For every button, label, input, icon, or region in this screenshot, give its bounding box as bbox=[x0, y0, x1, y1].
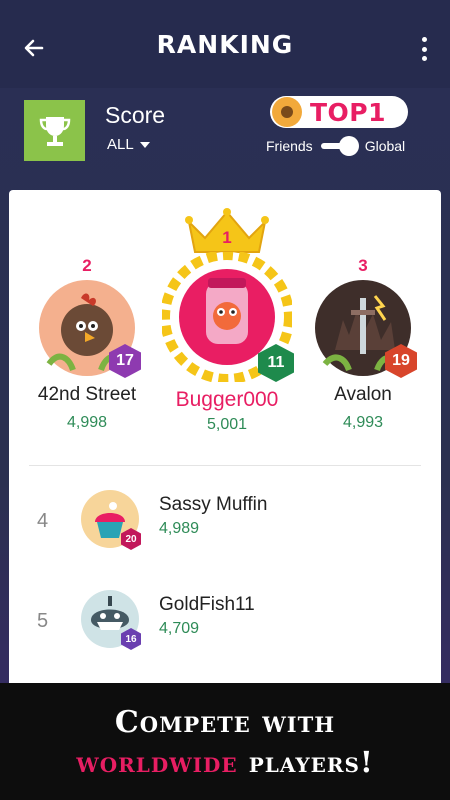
leaderboard-card: 2 17 42nd Street 4,998 1 11 Bugger000 5,… bbox=[9, 190, 441, 690]
promo-rest: players! bbox=[248, 745, 374, 779]
rank-number: 2 bbox=[82, 256, 92, 275]
more-vertical-icon bbox=[421, 37, 427, 42]
rooster-avatar-icon: 17 bbox=[39, 280, 141, 378]
rank-number: 3 bbox=[358, 256, 368, 275]
sword-avatar-icon: 19 bbox=[315, 280, 417, 378]
player-score: 4,998 bbox=[66, 414, 108, 431]
list-item[interactable]: 5 16 GoldFish11 4,709 bbox=[9, 582, 441, 662]
shark-avatar-icon: 16 bbox=[81, 590, 141, 650]
player-score: 4,709 bbox=[159, 620, 200, 637]
more-options-button[interactable] bbox=[412, 34, 436, 64]
player-name: Sassy Muffin bbox=[159, 494, 268, 515]
trophy-badge bbox=[24, 100, 85, 161]
score-label: Score bbox=[105, 102, 166, 128]
promo-banner: Compete with worldwide players! bbox=[0, 683, 450, 800]
trophy-icon bbox=[39, 116, 70, 146]
player-name: GoldFish11 bbox=[159, 594, 255, 615]
rank-number: 5 bbox=[37, 610, 49, 632]
player-name: Bugger000 bbox=[175, 388, 279, 411]
player-score: 5,001 bbox=[206, 416, 248, 433]
friends-label[interactable]: Friends bbox=[266, 138, 313, 154]
cupcake-avatar-icon: 20 bbox=[81, 490, 141, 550]
podium-rank-3[interactable]: 3 19 Avalon 4,993 bbox=[311, 256, 417, 432]
podium-rank-1[interactable]: 1 11 Bugger000 5,001 bbox=[159, 208, 295, 434]
top-rank-text: TOP1 bbox=[310, 97, 387, 127]
divider bbox=[29, 465, 421, 466]
promo-line-1: Compete with bbox=[114, 705, 336, 740]
global-label[interactable]: Global bbox=[365, 138, 405, 154]
player-score: 4,989 bbox=[159, 520, 200, 537]
promo-line-2: worldwide players! bbox=[0, 745, 450, 779]
rank-number: 4 bbox=[37, 510, 49, 532]
promo-highlight: worldwide bbox=[76, 745, 238, 779]
page-title: RANKING bbox=[156, 30, 294, 59]
bug-jar-avatar-icon: 11 bbox=[160, 250, 294, 384]
switch-knob[interactable] bbox=[338, 136, 359, 156]
top-rank-badge: TOP1 bbox=[270, 96, 408, 128]
rank-number: 1 bbox=[222, 228, 232, 247]
player-name: Avalon bbox=[334, 384, 392, 405]
list-item[interactable]: 4 20 Sassy Muffin 4,989 bbox=[9, 482, 441, 562]
podium-rank-2[interactable]: 2 17 42nd Street 4,998 bbox=[37, 256, 141, 432]
filter-value: ALL bbox=[107, 136, 134, 153]
friends-global-switch[interactable] bbox=[319, 136, 359, 156]
player-score: 4,993 bbox=[342, 414, 384, 431]
sunflower-icon bbox=[272, 97, 302, 127]
top-bar: RANKING bbox=[0, 0, 450, 88]
chevron-down-icon bbox=[139, 141, 150, 148]
player-name: 42nd Street bbox=[37, 384, 137, 405]
score-filter-dropdown[interactable]: ALL bbox=[107, 136, 150, 153]
scope-toggle: Friends Global bbox=[266, 136, 405, 156]
